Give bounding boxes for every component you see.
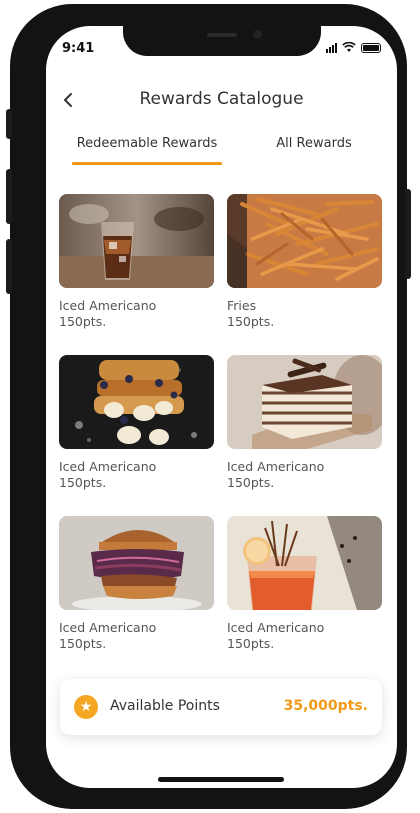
reward-card[interactable]: Iced Americano 150pts. xyxy=(227,355,382,491)
reward-card[interactable]: Iced Americano 150pts. xyxy=(227,516,382,652)
speaker xyxy=(207,33,237,37)
reward-points: 150pts. xyxy=(227,475,275,490)
reward-name: Iced Americano xyxy=(227,459,325,474)
front-camera xyxy=(253,30,262,39)
status-time: 9:41 xyxy=(62,41,95,56)
reward-image-fries xyxy=(227,194,382,288)
reward-image-burger xyxy=(59,516,214,610)
volume-up-button xyxy=(6,169,12,224)
available-points-label: Available Points xyxy=(110,698,220,714)
reward-name: Fries xyxy=(227,298,257,313)
status-icons xyxy=(326,42,381,53)
tab-all-rewards[interactable]: All Rewards xyxy=(264,136,364,151)
available-points-bar[interactable]: ★ Available Points 35,000pts. xyxy=(60,679,382,735)
volume-down-button xyxy=(6,239,12,294)
home-indicator[interactable] xyxy=(158,777,284,782)
reward-card[interactable]: Iced Americano 150pts. xyxy=(59,355,214,491)
reward-image-iced-coffee xyxy=(59,194,214,288)
reward-points: 150pts. xyxy=(227,314,275,329)
power-button xyxy=(405,189,411,279)
signal-icon xyxy=(326,42,337,53)
reward-card[interactable]: Fries 150pts. xyxy=(227,194,382,330)
battery-icon xyxy=(361,42,381,53)
notch xyxy=(123,26,321,56)
reward-image-cake xyxy=(227,355,382,449)
phone-frame: 9:41 Rewards Catalogue Redeemable Reward… xyxy=(6,4,411,809)
wifi-icon xyxy=(342,42,356,52)
reward-name: Iced Americano xyxy=(59,298,157,313)
reward-name: Iced Americano xyxy=(59,459,157,474)
reward-points: 150pts. xyxy=(227,636,275,651)
reward-name: Iced Americano xyxy=(59,620,157,635)
reward-image-cocktail xyxy=(227,516,382,610)
page-title: Rewards Catalogue xyxy=(139,89,304,109)
reward-card[interactable]: Iced Americano 150pts. xyxy=(59,194,214,330)
reward-image-french-toast xyxy=(59,355,214,449)
tab-redeemable-rewards[interactable]: Redeemable Rewards xyxy=(72,136,222,151)
reward-name: Iced Americano xyxy=(227,620,325,635)
reward-points: 150pts. xyxy=(59,636,107,651)
star-icon: ★ xyxy=(74,695,98,719)
reward-points: 150pts. xyxy=(59,475,107,490)
reward-points: 150pts. xyxy=(59,314,107,329)
active-tab-indicator xyxy=(72,162,222,165)
reward-card[interactable]: Iced Americano 150pts. xyxy=(59,516,214,652)
app-screen: 9:41 Rewards Catalogue Redeemable Reward… xyxy=(46,26,397,788)
available-points-value: 35,000pts. xyxy=(283,698,368,714)
silent-switch xyxy=(6,109,12,139)
